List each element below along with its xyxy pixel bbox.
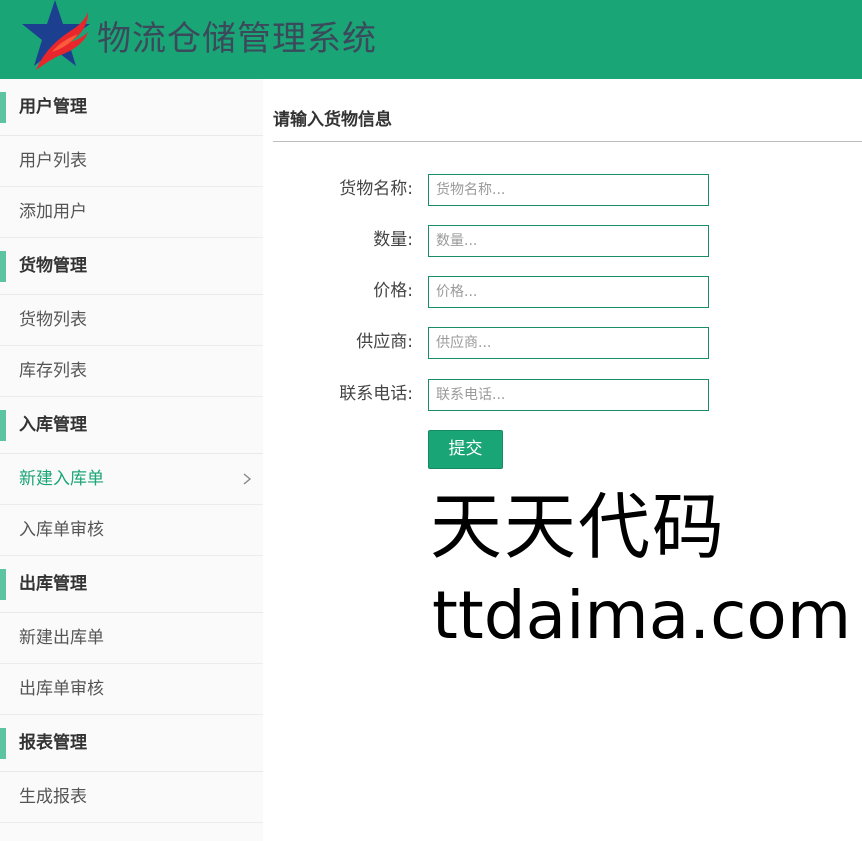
sidebar-group-label: 货物管理: [19, 256, 87, 276]
submit-button[interactable]: 提交: [428, 430, 503, 469]
field-label: 联系电话:: [339, 384, 413, 404]
sidebar: 用户管理 用户列表 添加用户 货物管理 货物列表 库存列表 入库管理 新建入库单…: [0, 79, 263, 841]
sidebar-item-label: 新建出库单: [19, 628, 104, 648]
sidebar-group-label: 用户管理: [19, 97, 87, 117]
field-label: 供应商:: [356, 332, 413, 352]
form-title: 请输入货物信息: [273, 110, 392, 130]
sidebar-item-label: 添加用户: [19, 202, 87, 222]
form-row-supplier: 供应商:: [273, 327, 733, 359]
field-label: 货物名称:: [339, 179, 413, 199]
star-flame-logo-icon: [22, 0, 90, 70]
form-row-quantity: 数量:: [273, 225, 733, 257]
sidebar-item-inventory-list[interactable]: 库存列表: [0, 346, 263, 397]
group-accent-bar: [0, 92, 6, 123]
form-row-phone: 联系电话:: [273, 379, 733, 411]
sidebar-group-label: 报表管理: [19, 733, 87, 753]
sidebar-item-new-inbound-order[interactable]: 新建入库单: [0, 454, 263, 505]
field-label: 价格:: [373, 281, 413, 301]
group-accent-bar: [0, 410, 6, 441]
app-header: 物流仓储管理系统: [0, 0, 862, 79]
sidebar-item-label: 库存列表: [19, 361, 87, 381]
watermark-text-chinese: 天天代码: [430, 485, 727, 569]
supplier-input[interactable]: [428, 327, 709, 359]
sidebar-group-label: 出库管理: [19, 574, 87, 594]
group-accent-bar: [0, 251, 6, 282]
price-input[interactable]: [428, 276, 709, 308]
sidebar-item-outbound-review[interactable]: 出库单审核: [0, 664, 263, 715]
sidebar-item-label: 出库单审核: [19, 679, 104, 699]
chevron-right-icon: [243, 473, 252, 485]
app-title: 物流仓储管理系统: [97, 19, 377, 59]
sidebar-item-user-list[interactable]: 用户列表: [0, 136, 263, 187]
sidebar-item-generate-report[interactable]: 生成报表: [0, 772, 263, 823]
divider: [273, 141, 862, 142]
group-accent-bar: [0, 728, 6, 759]
sidebar-group-user-management[interactable]: 用户管理: [0, 79, 263, 136]
sidebar-item-label: 用户列表: [19, 151, 87, 171]
sidebar-item-add-user[interactable]: 添加用户: [0, 187, 263, 238]
sidebar-group-report-management[interactable]: 报表管理: [0, 715, 263, 772]
group-accent-bar: [0, 569, 6, 600]
sidebar-item-new-outbound-order[interactable]: 新建出库单: [0, 613, 263, 664]
form-row-price: 价格:: [273, 276, 733, 308]
form-row-goods-name: 货物名称:: [273, 174, 733, 206]
watermark-text-url: ttdaima.com: [432, 577, 852, 654]
quantity-input[interactable]: [428, 225, 709, 257]
sidebar-item-inbound-review[interactable]: 入库单审核: [0, 505, 263, 556]
sidebar-group-inbound-management[interactable]: 入库管理: [0, 397, 263, 454]
sidebar-item-label: 新建入库单: [19, 469, 104, 489]
sidebar-group-goods-management[interactable]: 货物管理: [0, 238, 263, 295]
phone-input[interactable]: [428, 379, 709, 411]
sidebar-item-goods-list[interactable]: 货物列表: [0, 295, 263, 346]
sidebar-group-label: 入库管理: [19, 415, 87, 435]
sidebar-item-label: 入库单审核: [19, 520, 104, 540]
goods-name-input[interactable]: [428, 174, 709, 206]
sidebar-group-outbound-management[interactable]: 出库管理: [0, 556, 263, 613]
sidebar-item-label: 生成报表: [19, 787, 87, 807]
field-label: 数量:: [373, 230, 413, 250]
sidebar-item-label: 货物列表: [19, 310, 87, 330]
